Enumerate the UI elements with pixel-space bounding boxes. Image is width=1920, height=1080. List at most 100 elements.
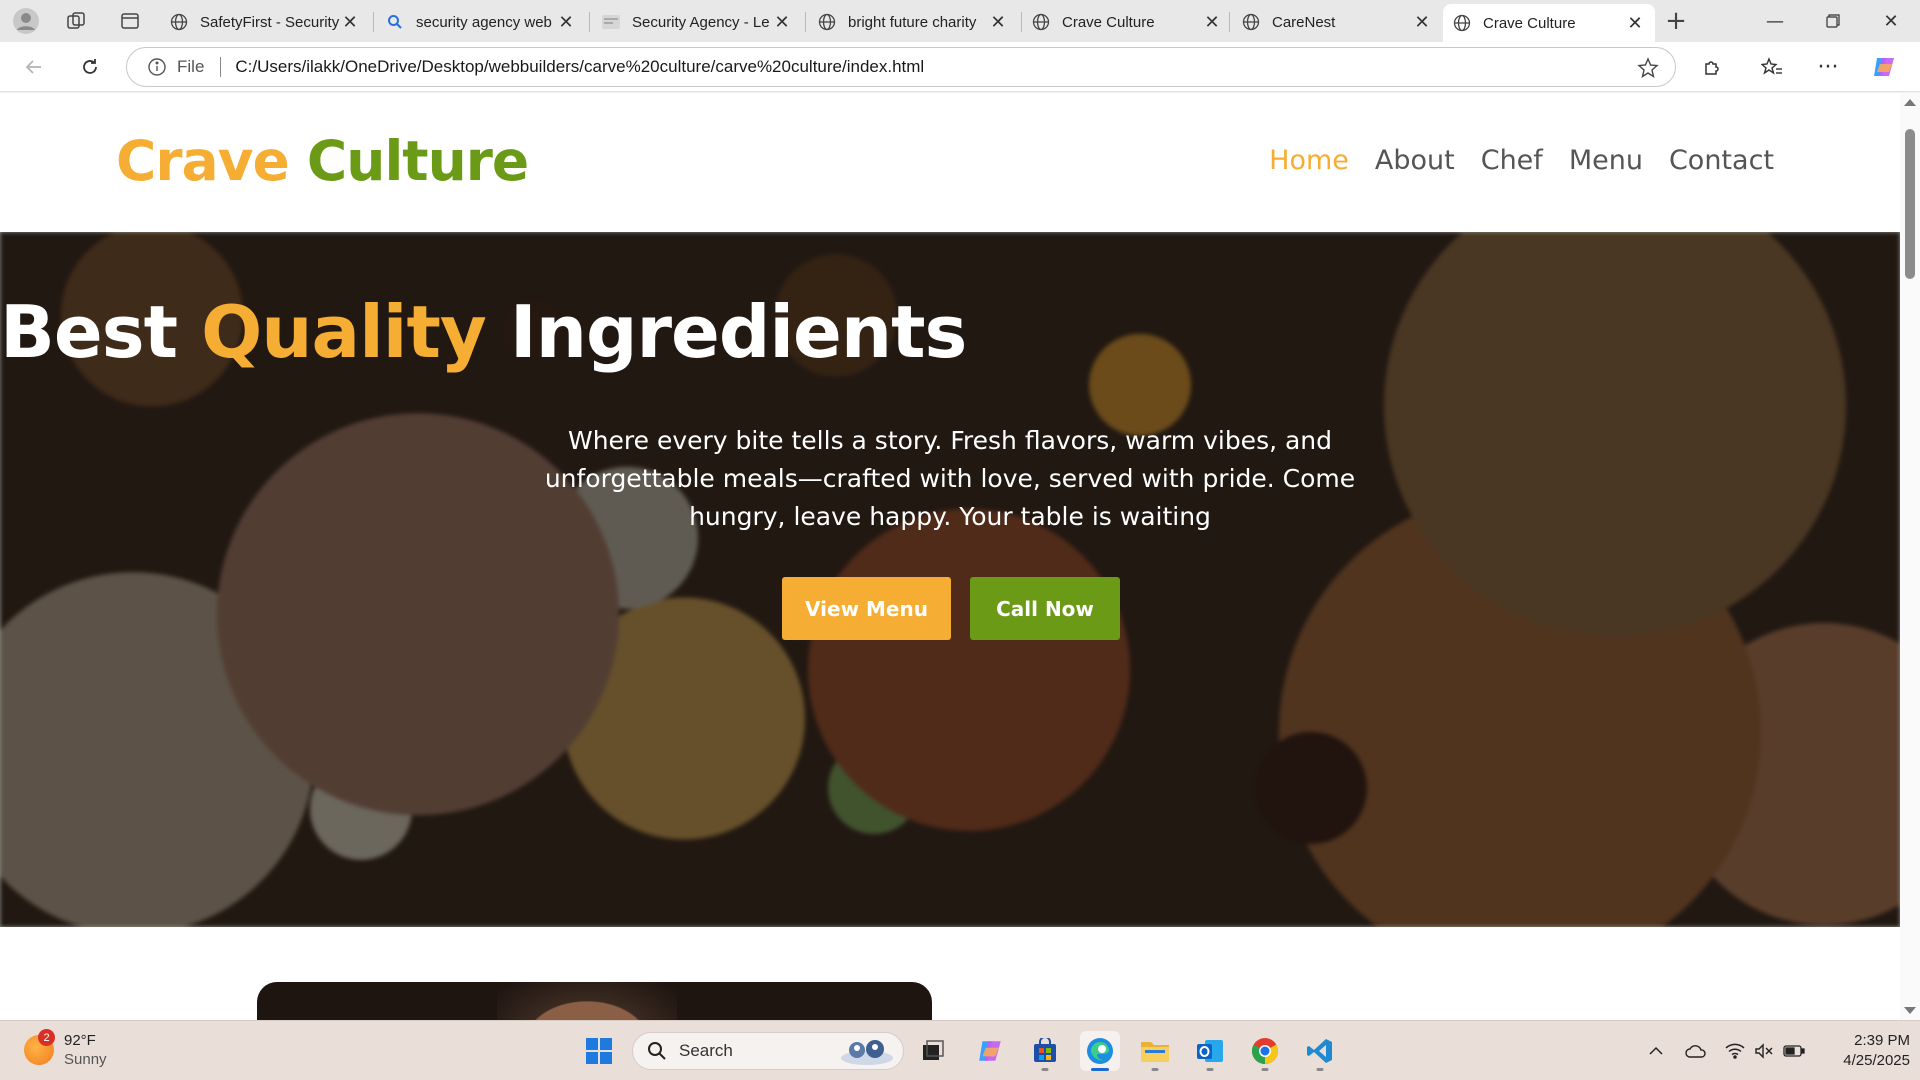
edge-browser-icon [1087,1038,1113,1064]
nav-home[interactable]: Home [1269,145,1349,176]
info-icon[interactable] [147,57,167,77]
tab-separator [589,12,590,32]
file-explorer-taskbar-button[interactable] [1135,1031,1175,1071]
call-now-button[interactable]: Call Now [970,577,1120,640]
globe-icon [818,13,836,31]
minimize-icon[interactable]: — [1746,0,1804,42]
site-header: Crave Culture Home About Chef Menu Conta… [0,93,1900,232]
scroll-down-icon[interactable] [1904,1007,1916,1014]
page-thumbnail-icon [602,13,620,31]
taskbar-search[interactable]: Search [632,1032,904,1070]
tab-security-agency-le[interactable]: Security Agency - Le ✕ [592,4,802,40]
refresh-icon[interactable] [74,51,106,83]
wifi-icon[interactable] [1723,1039,1747,1063]
tab-security-agency-web[interactable]: security agency web ✕ [376,4,586,40]
battery-icon[interactable] [1782,1039,1806,1063]
nav-about[interactable]: About [1375,145,1455,176]
tab-separator [373,12,374,32]
running-indicator [1261,1068,1269,1071]
favorite-star-icon[interactable] [1637,57,1659,79]
volume-muted-icon[interactable] [1752,1039,1776,1063]
close-tab-icon[interactable]: ✕ [340,12,360,33]
tab-crave-culture[interactable]: Crave Culture ✕ [1022,4,1232,40]
outlook-icon [1197,1040,1223,1062]
tab-title: security agency web [416,13,552,31]
vertical-tabs-icon[interactable] [116,7,144,35]
new-tab-icon[interactable]: + [1662,6,1690,36]
weather-text: 92°F Sunny [64,1031,107,1069]
scroll-up-icon[interactable] [1904,99,1916,106]
hero-section: Best Quality Ingredients Where every bit… [0,232,1900,927]
hero-title: Best Quality Ingredients [0,290,1900,374]
vscode-taskbar-button[interactable] [1300,1031,1340,1071]
tab-title: Security Agency - Le [632,13,770,31]
tab-separator [1229,12,1230,32]
edge-taskbar-button[interactable] [1080,1031,1120,1071]
profile-icon[interactable] [12,7,40,35]
system-clock[interactable]: 2:39 PM 4/25/2025 [1820,1031,1910,1071]
clock-date: 4/25/2025 [1843,1052,1910,1069]
tab-separator [805,12,806,32]
weather-widget[interactable]: 2 92°F Sunny [24,1029,107,1069]
view-menu-button[interactable]: View Menu [782,577,951,640]
browser-tab-strip: SafetyFirst - Security ✕ security agency… [0,0,1920,42]
running-indicator [1151,1068,1159,1071]
tab-title: Crave Culture [1062,13,1155,31]
url-text[interactable]: C:/Users/ilakk/OneDrive/Desktop/webbuild… [235,57,924,77]
close-tab-icon[interactable]: ✕ [1412,12,1432,33]
start-button[interactable] [579,1031,619,1071]
globe-icon [1242,13,1260,31]
windows-taskbar: 2 92°F Sunny Search 2:39 PM 4/25/2025 [0,1020,1920,1080]
nav-contact[interactable]: Contact [1669,145,1774,176]
more-options-icon[interactable]: ··· [1812,51,1844,83]
show-hidden-icons-chevron-icon[interactable] [1644,1039,1668,1063]
tab-title: SafetyFirst - Security [200,13,340,31]
site-logo[interactable]: Crave Culture [116,129,529,193]
site-nav: Home About Chef Menu Contact [1269,145,1774,176]
tab-title: CareNest [1272,13,1336,31]
close-tab-icon[interactable]: ✕ [988,12,1008,33]
favorites-icon[interactable] [1756,51,1788,83]
onedrive-cloud-icon[interactable] [1684,1039,1708,1063]
tab-carenest[interactable]: CareNest ✕ [1232,4,1442,40]
close-tab-icon[interactable]: ✕ [1625,13,1645,34]
vscode-icon [1307,1039,1332,1063]
chrome-taskbar-button[interactable] [1245,1031,1285,1071]
outlook-taskbar-button[interactable] [1190,1031,1230,1071]
back-icon[interactable] [18,51,50,83]
active-indicator [1091,1068,1109,1071]
weather-temp: 92°F [64,1032,96,1049]
tab-bright-future-charity[interactable]: bright future charity ✕ [808,4,1018,40]
close-tab-icon[interactable]: ✕ [772,12,792,33]
hero-title-highlight: Quality [201,290,487,374]
nav-chef[interactable]: Chef [1481,145,1543,176]
restore-icon[interactable] [1804,0,1862,42]
hero-title-word-1: Best [0,290,178,374]
url-scheme-label: File [177,57,205,76]
scroll-thumb[interactable] [1905,129,1915,279]
clock-time: 2:39 PM [1854,1032,1910,1049]
workspaces-icon[interactable] [62,7,90,35]
globe-icon [170,13,188,31]
page-viewport: Crave Culture Home About Chef Menu Conta… [0,93,1920,1020]
copilot-taskbar-button[interactable] [970,1031,1010,1071]
store-taskbar-button[interactable] [1025,1031,1065,1071]
hero-title-word-3: Ingredients [509,290,968,374]
globe-icon [1453,14,1471,32]
close-tab-icon[interactable]: ✕ [1202,12,1222,33]
task-view-button[interactable] [913,1031,953,1071]
close-window-icon[interactable]: ✕ [1862,0,1920,42]
browser-toolbar: File C:/Users/ilakk/OneDrive/Desktop/web… [0,42,1920,92]
close-tab-icon[interactable]: ✕ [556,12,576,33]
page-scrollbar[interactable] [1900,93,1920,1020]
running-indicator [1206,1068,1214,1071]
extensions-icon[interactable] [1696,51,1728,83]
tab-title: Crave Culture [1483,14,1576,32]
address-bar[interactable]: File C:/Users/ilakk/OneDrive/Desktop/web… [126,47,1676,87]
search-highlight-illustration-icon [841,1040,893,1065]
nav-menu[interactable]: Menu [1569,145,1643,176]
running-indicator [1041,1068,1049,1071]
tab-safetyfirst[interactable]: SafetyFirst - Security ✕ [160,4,370,40]
tab-crave-culture-active[interactable]: Crave Culture ✕ [1443,4,1655,42]
copilot-icon[interactable] [1868,51,1900,83]
